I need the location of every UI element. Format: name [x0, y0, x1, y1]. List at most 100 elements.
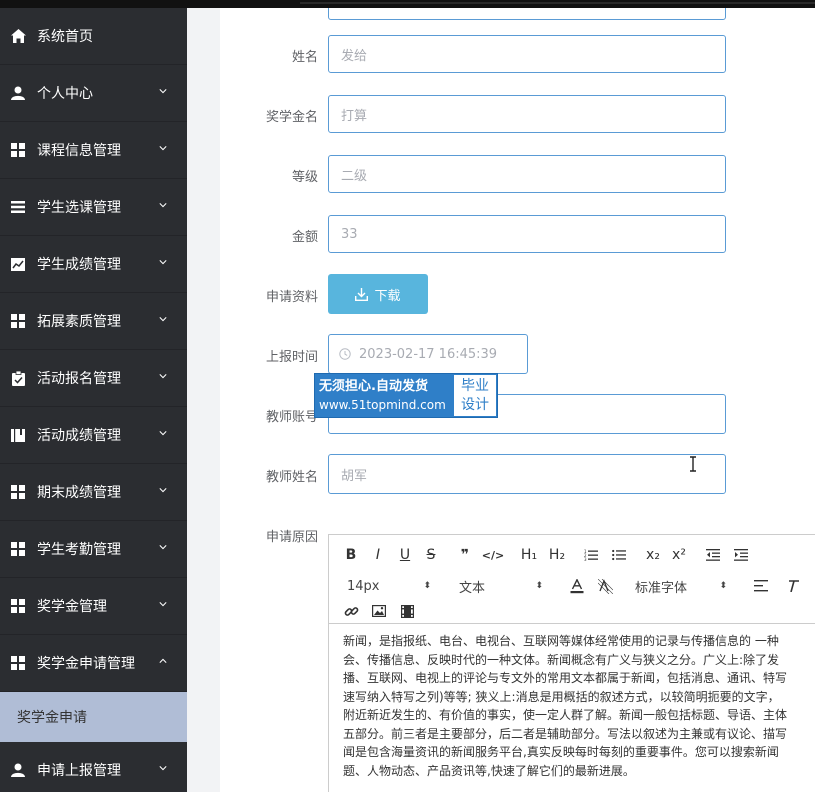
submenu-item-scholarship-apply[interactable]: 奖学金申请: [0, 692, 187, 742]
highlight-icon: [597, 578, 613, 594]
editor-toolbar: B I U S ❞ </> H₁ H₂ 123 x₂ x² 14px ⬍ 文本 …: [329, 535, 815, 624]
sidebar-item-course-selection[interactable]: 学生选课管理: [0, 179, 187, 236]
sidebar-item-course-info[interactable]: 课程信息管理: [0, 122, 187, 179]
teacher-account-label: 教师账号: [265, 410, 318, 425]
sidebar-item-attendance[interactable]: 学生考勤管理: [0, 521, 187, 578]
sidebar-item-grades[interactable]: 学生成绩管理: [0, 236, 187, 293]
scholarship-name-field[interactable]: 打算: [328, 95, 726, 133]
ordered-list-icon: 123: [584, 549, 598, 561]
editor-line: 播、互联网、电视上的评论与专文外的常用文本都属于新闻，包括消息、通讯、特写: [343, 671, 788, 685]
chevron-down-icon: [159, 89, 167, 94]
reason-label: 申请原因: [265, 530, 318, 545]
teacher-name-label: 教师姓名: [265, 470, 318, 485]
content-gutter: [187, 8, 220, 792]
chevron-down-icon: [159, 602, 167, 607]
download-button-label: 下载: [374, 288, 401, 304]
watermark-url: www.51topmind.com: [319, 398, 446, 412]
report-time-value: 2023-02-17 16:45:39: [359, 346, 498, 362]
teacher-name-field[interactable]: 胡军: [328, 454, 726, 494]
strike-button[interactable]: S: [423, 544, 439, 566]
chevron-down-icon: [159, 766, 167, 771]
superscript-button[interactable]: x²: [669, 544, 689, 566]
link-button[interactable]: [343, 600, 359, 622]
home-icon: [10, 28, 26, 44]
chevron-down-icon: [159, 146, 167, 151]
font-family-value: 标准字体: [635, 580, 688, 596]
list-icon: [10, 199, 26, 215]
blockquote-button[interactable]: ❞: [457, 544, 473, 566]
sidebar-item-profile[interactable]: 个人中心: [0, 65, 187, 122]
report-time-picker[interactable]: 2023-02-17 16:45:39: [328, 334, 528, 374]
sidebar-item-home[interactable]: 系统首页: [0, 8, 187, 65]
bold-button[interactable]: B: [343, 544, 359, 566]
video-button[interactable]: [399, 600, 415, 622]
watermark-tag: 毕业 设计: [453, 374, 497, 417]
editor-line: 题、人物动态、产品资讯等,快速了解它们的最新进展。: [343, 763, 635, 778]
amount-field[interactable]: 33: [328, 215, 726, 253]
editor-line: 会、传播信息、反映时代的一种文体。新闻概念有广义与狭义之分。广义上:除了发: [343, 652, 780, 667]
editor-line: 速写纳入特写之列)等等; 狭义上:消息是用概括的叙述方式，以较简明扼要的文字，: [343, 689, 780, 704]
select-arrows-icon: ⬍: [423, 581, 431, 591]
indent-button[interactable]: [733, 544, 749, 566]
sidebar-item-scholarship[interactable]: 奖学金管理: [0, 578, 187, 635]
teacher-name-value: 胡军: [341, 468, 368, 484]
font-size-select[interactable]: 14px ⬍: [347, 579, 431, 594]
name-value: 发给: [341, 48, 368, 64]
align-button[interactable]: [753, 575, 769, 597]
chevron-up-icon: [159, 658, 167, 663]
ordered-list-button[interactable]: 123: [583, 544, 599, 566]
form-panel: 姓名 发给 奖学金名 打算 等级 二级 金额 33 申请资料 下载 上报时间 2…: [220, 8, 815, 792]
book-icon: [10, 427, 26, 443]
grid-icon: [10, 598, 26, 614]
level-label: 等级: [291, 170, 318, 185]
editor-line: 闻是包含海量资讯的新闻服务平台,真实反映每时每刻的重要事件。您可以搜索新闻: [343, 745, 779, 759]
rich-text-editor[interactable]: B I U S ❞ </> H₁ H₂ 123 x₂ x² 14px ⬍ 文本 …: [328, 534, 815, 792]
clipped-input[interactable]: [328, 8, 726, 20]
name-field[interactable]: 发给: [328, 35, 726, 73]
sidebar-item-expansion[interactable]: 拓展素质管理: [0, 293, 187, 350]
link-icon: [344, 606, 358, 616]
editor-content[interactable]: 新闻，是指报纸、电台、电视台、互联网等媒体经常使用的记录与传播信息的 一种 会、…: [329, 624, 815, 792]
font-color-icon: [570, 578, 584, 593]
underline-button[interactable]: U: [397, 544, 413, 566]
chevron-down-icon: [159, 317, 167, 322]
chevron-down-icon: [159, 545, 167, 550]
user-icon: [10, 85, 26, 101]
clipboard-icon: [10, 370, 26, 386]
clear-format-button[interactable]: [789, 575, 799, 597]
outdent-button[interactable]: [705, 544, 721, 566]
subscript-button[interactable]: x₂: [643, 544, 663, 566]
code-button[interactable]: </>: [482, 544, 504, 566]
level-value: 二级: [341, 168, 368, 184]
h1-button[interactable]: H₁: [519, 544, 539, 566]
video-icon: [400, 604, 414, 618]
text-cursor-icon: [690, 456, 696, 472]
font-size-value: 14px: [347, 578, 380, 594]
editor-line: 五部分。前三者是主要部分，后二者是辅助部分。写法以叙述为主兼或有议论、描写: [343, 726, 788, 741]
scholarship-name-value: 打算: [341, 108, 368, 124]
materials-label: 申请资料: [265, 290, 318, 305]
sidebar-item-scholarship-application[interactable]: 奖学金申请管理: [0, 635, 187, 692]
indent-icon: [734, 549, 748, 561]
image-icon: [372, 605, 386, 617]
text-type-select[interactable]: 文本 ⬍: [459, 577, 543, 596]
align-left-icon: [754, 580, 768, 592]
clock-icon: [339, 348, 351, 360]
background-color-button[interactable]: [597, 575, 613, 597]
sidebar-item-activity-signup[interactable]: 活动报名管理: [0, 350, 187, 407]
font-color-button[interactable]: [569, 575, 585, 597]
chevron-down-icon: [159, 431, 167, 436]
sidebar-item-final-grades[interactable]: 期末成绩管理: [0, 464, 187, 521]
image-button[interactable]: [371, 600, 387, 622]
level-field[interactable]: 二级: [328, 155, 726, 193]
window-top-bar: [0, 0, 815, 8]
sidebar-item-report[interactable]: 申请上报管理: [0, 742, 187, 792]
sidebar-item-activity-grades[interactable]: 活动成绩管理: [0, 407, 187, 464]
font-family-select[interactable]: 标准字体 ⬍: [635, 577, 727, 596]
grid-icon: [10, 541, 26, 557]
grid-icon: [10, 313, 26, 329]
download-button[interactable]: 下载: [328, 274, 428, 314]
bullet-list-button[interactable]: [611, 544, 627, 566]
italic-button[interactable]: I: [371, 544, 385, 566]
h2-button[interactable]: H₂: [547, 544, 567, 566]
